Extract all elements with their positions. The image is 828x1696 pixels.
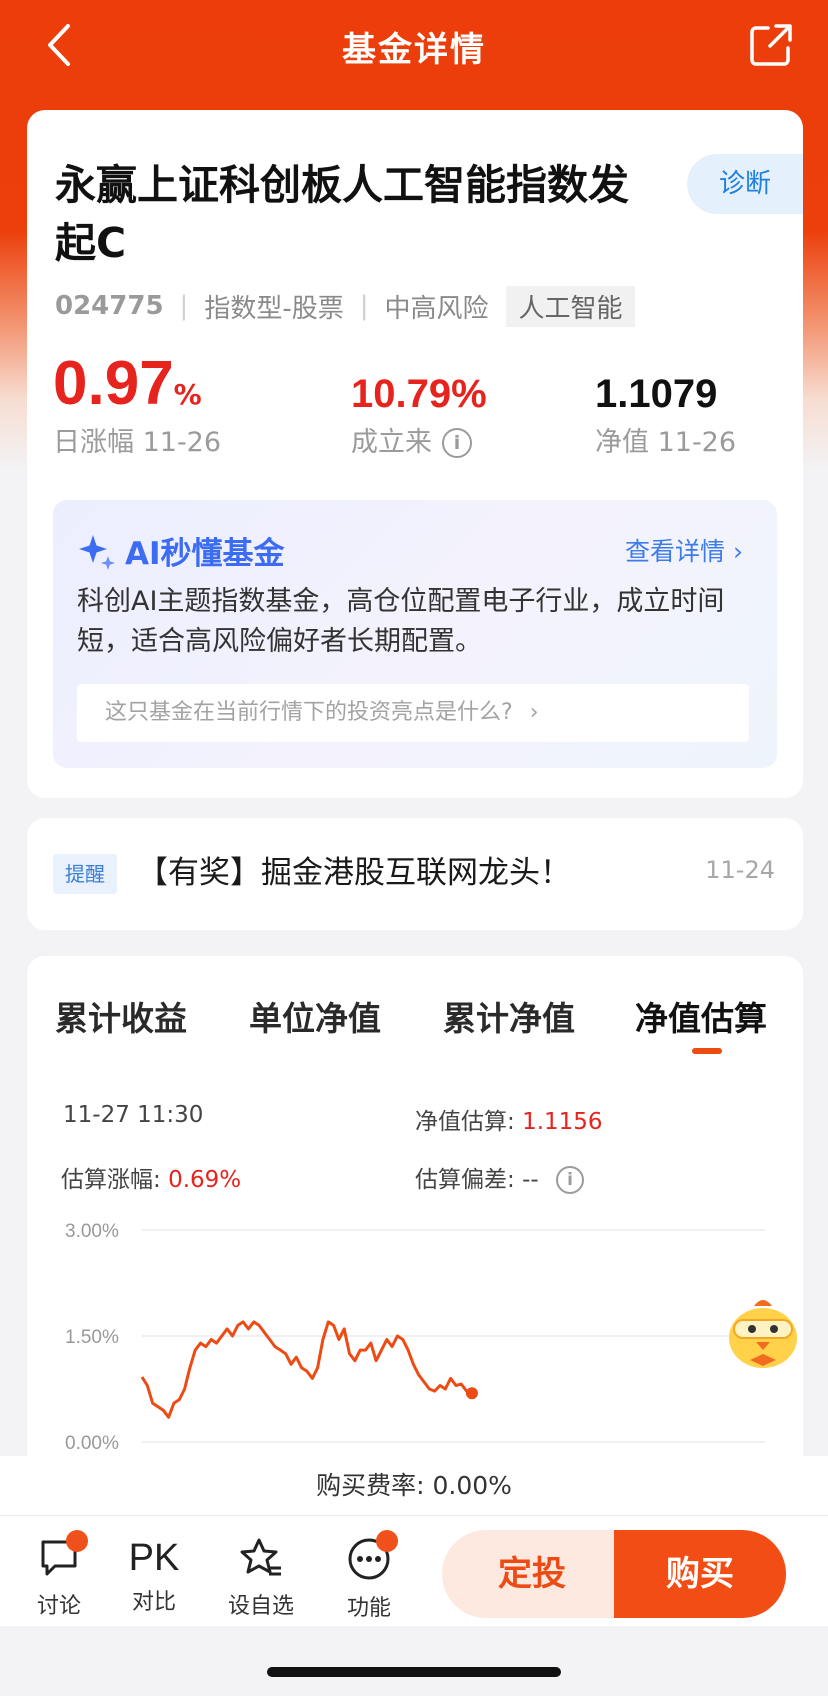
home-indicator <box>267 1667 561 1677</box>
notice-tag: 提醒 <box>53 854 117 894</box>
discuss-label: 讨论 <box>36 1594 81 1619</box>
ai-title: AI秒懂基金 <box>77 528 285 573</box>
meta-divider: | <box>179 291 189 321</box>
notification-dot <box>66 1530 88 1552</box>
fund-code: 024775 <box>55 291 164 321</box>
ai-question-prompt[interactable]: 这只基金在当前行情下的投资亮点是什么? › <box>77 684 749 742</box>
chevron-right-icon: › <box>733 537 743 566</box>
day-change-value: 0.97 <box>53 349 174 418</box>
nav-label: 净值 11-26 <box>595 427 737 458</box>
notice-card[interactable]: 提醒 【有奖】掘金港股互联网龙头！ 11-24 <box>27 818 803 930</box>
since-inception-value: 10.79% <box>351 372 487 416</box>
sparkle-icon <box>79 534 115 570</box>
compare-label: 对比 <box>131 1590 176 1615</box>
y-tick-label: 3.00% <box>65 1221 119 1242</box>
theme-tag[interactable]: 人工智能 <box>506 285 635 327</box>
tab-unit-nav[interactable]: 单位净值 <box>249 992 381 1040</box>
chevron-right-icon: › <box>529 700 539 725</box>
ai-question-text: 这只基金在当前行情下的投资亮点是什么? <box>105 700 513 725</box>
estimate-change-value: 0.69% <box>168 1167 242 1193</box>
discuss-button[interactable]: 讨论 <box>24 1530 94 1620</box>
tab-cumulative-nav[interactable]: 累计净值 <box>443 992 575 1040</box>
ai-more-label: 查看详情 <box>625 537 726 566</box>
more-label: 功能 <box>346 1596 391 1621</box>
add-watchlist-button[interactable]: 设自选 <box>226 1536 296 1620</box>
since-inception-label: 成立来 <box>351 427 432 458</box>
ai-view-details-link[interactable]: 查看详情 › <box>625 532 743 568</box>
since-inception-stat: 10.79% 成立来 i <box>351 368 487 459</box>
tab-cumulative-return[interactable]: 累计收益 <box>55 992 187 1040</box>
ai-summary-box: AI秒懂基金 查看详情 › 科创AI主题指数基金，高仓位配置电子行业，成立时间短… <box>53 500 777 768</box>
estimate-deviation-label: 估算偏差: <box>415 1167 515 1193</box>
y-tick-label: 0.00% <box>65 1433 119 1454</box>
meta-divider: | <box>359 291 369 321</box>
active-tab-indicator <box>692 1048 722 1054</box>
notice-date: 11-24 <box>705 856 775 884</box>
fund-name: 永赢上证科创板人工智能指数发起C <box>55 161 629 267</box>
fund-risk: 中高风险 <box>384 293 489 324</box>
bottom-action-bar: 讨论 PK 对比 设自选 功能 定投 购买 <box>0 1516 828 1626</box>
info-icon[interactable]: i <box>442 428 472 458</box>
fund-summary-card: 永赢上证科创板人工智能指数发起C 诊断 024775 | 指数型-股票 | 中高… <box>27 110 803 798</box>
chart-tabs: 累计收益 单位净值 累计净值 净值估算 <box>27 992 803 1072</box>
day-change-unit: % <box>173 378 202 411</box>
fund-type: 指数型-股票 <box>204 293 344 324</box>
notice-text: 【有奖】掘金港股互联网龙头！ <box>137 855 571 891</box>
auto-invest-button[interactable]: 定投 <box>442 1530 622 1618</box>
compare-button[interactable]: PK 对比 <box>119 1536 189 1616</box>
watchlist-label: 设自选 <box>227 1594 294 1619</box>
mascot-assistant-icon[interactable] <box>720 1290 806 1376</box>
nav-bar: 基金详情 <box>0 0 828 92</box>
share-icon[interactable] <box>746 20 796 70</box>
day-change-stat: 0.97% 日涨幅 11-26 <box>53 348 221 459</box>
estimate-deviation-value: -- <box>522 1167 539 1193</box>
ai-title-text: AI秒懂基金 <box>125 536 285 572</box>
nav-estimate-label: 净值估算: <box>415 1109 515 1135</box>
nav-estimate-row: 净值估算: 1.1156 <box>415 1102 603 1136</box>
tab-nav-estimate[interactable]: 净值估算 <box>635 992 767 1040</box>
estimate-deviation-row: 估算偏差: -- i <box>415 1160 584 1194</box>
nav-estimate-chart: 3.00% 1.50% 0.00% <box>65 1221 765 1454</box>
estimate-time: 11-27 11:30 <box>63 1102 204 1128</box>
notification-dot <box>376 1530 398 1552</box>
ai-summary-text: 科创AI主题指数基金，高仓位配置电子行业，成立时间短，适合高风险偏好者长期配置。 <box>77 586 725 657</box>
y-tick-label: 1.50% <box>65 1327 119 1348</box>
diagnose-button[interactable]: 诊断 <box>687 154 803 214</box>
nav-stat: 1.1079 净值 11-26 <box>595 368 736 459</box>
buy-button[interactable]: 购买 <box>614 1530 786 1618</box>
estimate-change-label: 估算涨幅: <box>61 1167 161 1193</box>
fund-meta: 024775 | 指数型-股票 | 中高风险 人工智能 <box>55 285 635 327</box>
estimate-change-row: 估算涨幅: 0.69% <box>61 1160 241 1194</box>
pk-icon: PK <box>128 1537 180 1579</box>
more-functions-button[interactable]: 功能 <box>334 1530 404 1622</box>
latest-point-marker <box>465 1387 478 1400</box>
star-list-icon <box>240 1538 281 1576</box>
nav-value: 1.1079 <box>595 372 718 416</box>
page-title: 基金详情 <box>342 30 486 70</box>
nav-estimate-value: 1.1156 <box>522 1109 603 1135</box>
info-icon[interactable]: i <box>555 1166 584 1194</box>
day-change-label: 日涨幅 11-26 <box>53 427 222 458</box>
purchase-fee-bar: 购买费率: 0.00% <box>0 1456 828 1516</box>
